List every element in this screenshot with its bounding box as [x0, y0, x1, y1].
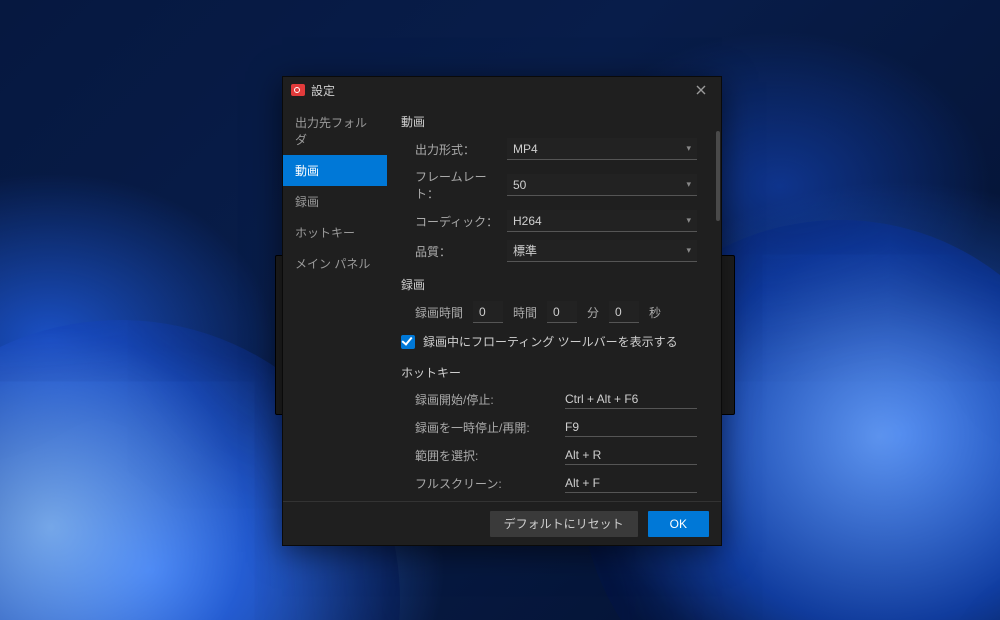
close-icon	[696, 85, 706, 95]
scrollbar-thumb[interactable]	[716, 131, 720, 221]
format-select[interactable]: MP4 ▾	[507, 138, 697, 160]
section-heading-recording: 録画	[401, 276, 697, 293]
codec-value: H264	[513, 214, 542, 228]
dialog-footer: デフォルトにリセット OK	[283, 501, 721, 545]
sidebar-item-hotkeys[interactable]: ホットキー	[283, 217, 387, 248]
hotkey-select-area-field[interactable]: Alt + R	[565, 445, 697, 465]
window-title: 設定	[311, 82, 335, 99]
codec-select[interactable]: H264 ▾	[507, 210, 697, 232]
sidebar-item-main-panel[interactable]: メイン パネル	[283, 248, 387, 279]
seconds-unit: 秒	[649, 304, 661, 321]
recording-time-label: 録画時間	[415, 304, 463, 321]
section-heading-video: 動画	[401, 113, 697, 130]
hours-unit: 時間	[513, 304, 537, 321]
settings-dialog: 設定 出力先フォルダ 動画 録画 ホットキー メイン パネル 動画 出力形式： …	[282, 76, 722, 546]
quality-label: 品質：	[415, 243, 507, 260]
close-button[interactable]	[687, 80, 715, 100]
recording-minutes-input[interactable]: 0	[547, 301, 577, 323]
caret-down-icon: ▾	[686, 215, 691, 226]
recording-seconds-input[interactable]: 0	[609, 301, 639, 323]
format-label: 出力形式：	[415, 141, 507, 158]
hotkey-fullscreen-label: フルスクリーン:	[415, 475, 565, 492]
quality-value: 標準	[513, 242, 537, 259]
settings-content: 動画 出力形式： MP4 ▾ フレームレート： 50 ▾	[387, 103, 715, 501]
reset-defaults-button[interactable]: デフォルトにリセット	[490, 511, 638, 537]
hotkey-start-stop-field[interactable]: Ctrl + Alt + F6	[565, 389, 697, 409]
framerate-select[interactable]: 50 ▾	[507, 174, 697, 196]
hotkey-pause-resume-label: 録画を一時停止/再開:	[415, 419, 565, 436]
caret-down-icon: ▾	[686, 245, 691, 256]
framerate-value: 50	[513, 178, 526, 192]
settings-sidebar: 出力先フォルダ 動画 録画 ホットキー メイン パネル	[283, 103, 387, 501]
caret-down-icon: ▾	[686, 143, 691, 154]
quality-select[interactable]: 標準 ▾	[507, 240, 697, 262]
floating-toolbar-label: 録画中にフローティング ツールバーを表示する	[423, 333, 678, 350]
format-value: MP4	[513, 142, 538, 156]
recording-hours-input[interactable]: 0	[473, 301, 503, 323]
framerate-label: フレームレート：	[415, 168, 507, 202]
hotkey-select-area-label: 範囲を選択:	[415, 447, 565, 464]
hotkey-start-stop-label: 録画開始/停止:	[415, 391, 565, 408]
sidebar-item-output-folder[interactable]: 出力先フォルダ	[283, 107, 387, 155]
floating-toolbar-checkbox[interactable]	[401, 335, 415, 349]
recorder-app-icon	[291, 84, 305, 96]
ok-button[interactable]: OK	[648, 511, 709, 537]
codec-label: コーディック：	[415, 213, 507, 230]
sidebar-item-recording[interactable]: 録画	[283, 186, 387, 217]
caret-down-icon: ▾	[686, 179, 691, 190]
titlebar: 設定	[283, 77, 721, 103]
sidebar-item-video[interactable]: 動画	[283, 155, 387, 186]
minutes-unit: 分	[587, 304, 599, 321]
hotkey-pause-resume-field[interactable]: F9	[565, 417, 697, 437]
hotkey-fullscreen-field[interactable]: Alt + F	[565, 473, 697, 493]
scrollbar-track[interactable]	[715, 103, 721, 501]
section-heading-hotkeys: ホットキー	[401, 364, 697, 381]
